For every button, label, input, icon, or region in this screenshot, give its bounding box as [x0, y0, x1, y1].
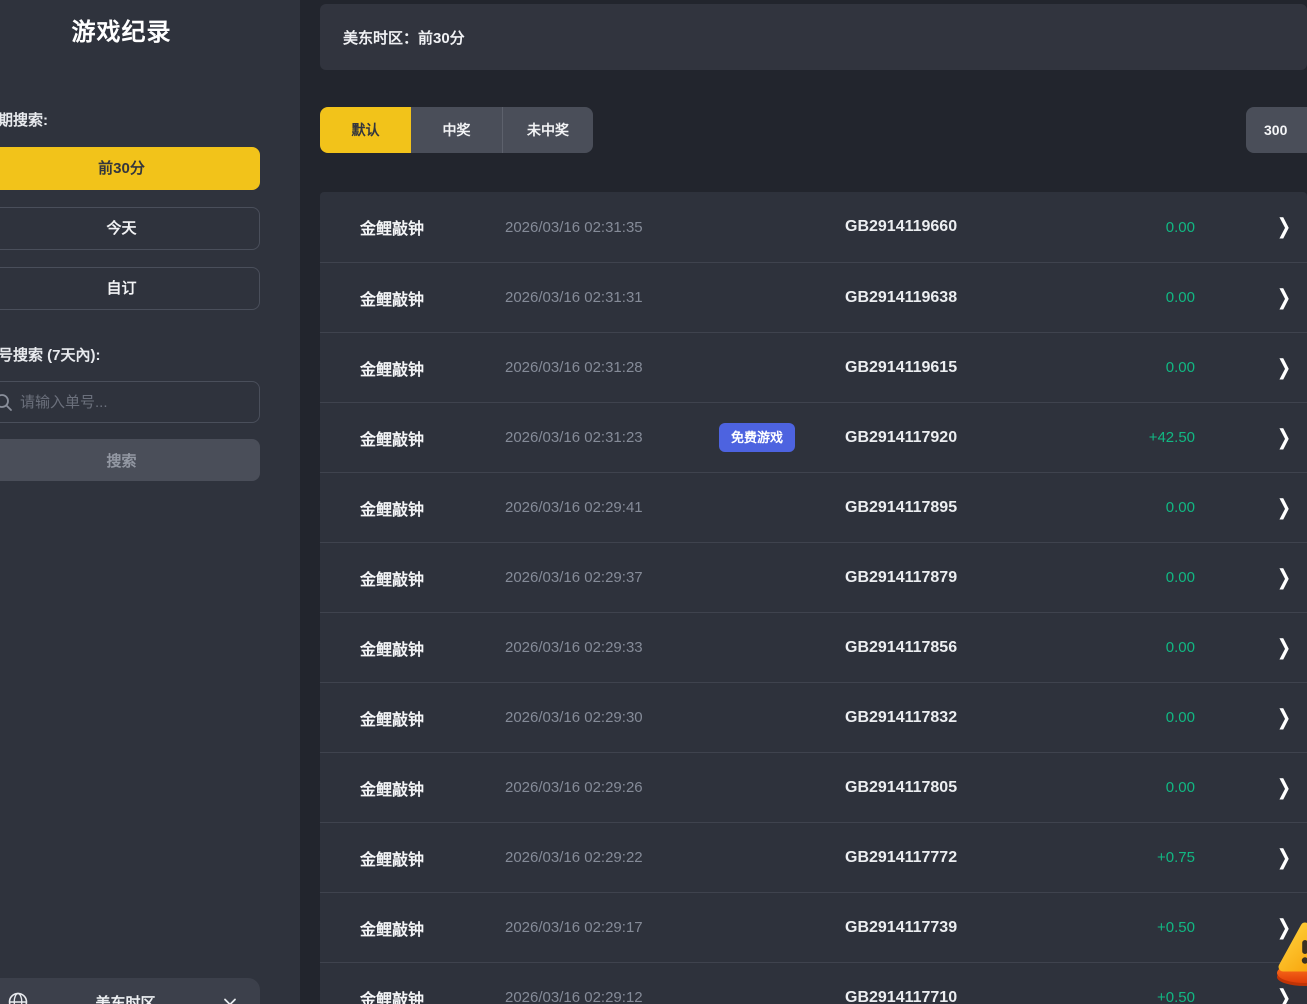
sidebar: 游戏纪录 日期搜索: 前30分 今天 自订 单号搜索 (7天內): 搜索 美东时… [0, 0, 300, 1004]
order-id: GB2914117739 [845, 919, 1009, 937]
game-name: 金鲤敲钟 [360, 566, 505, 590]
game-name: 金鲤敲钟 [360, 986, 505, 1004]
game-name: 金鲤敲钟 [360, 776, 505, 800]
main-content: 美东时区：前30分 默认 中奖 未中奖 300 金鲤敲钟 2026/03/16 … [320, 0, 1307, 1004]
record-timestamp: 2026/03/16 02:29:41 [505, 499, 719, 516]
timezone-selector[interactable]: 美东时区 [0, 978, 260, 1004]
record-row[interactable]: 金鲤敲钟 2026/03/16 02:29:17 GB2914117739 +0… [320, 892, 1307, 962]
record-amount: 0.00 [1009, 359, 1269, 376]
record-row[interactable]: 金鲤敲钟 2026/03/16 02:29:41 GB2914117895 0.… [320, 472, 1307, 542]
chevron-right-icon[interactable]: ❯ [1269, 705, 1299, 730]
record-row[interactable]: 金鲤敲钟 2026/03/16 02:29:30 GB2914117832 0.… [320, 682, 1307, 752]
free-game-badge: 免费游戏 [719, 423, 795, 452]
timezone-header-bar: 美东时区：前30分 [320, 4, 1307, 70]
record-row[interactable]: 金鲤敲钟 2026/03/16 02:29:12 GB2914117710 +0… [320, 962, 1307, 1004]
order-id: GB2914117710 [845, 989, 1009, 1004]
warning-mascot-icon [1275, 918, 1307, 986]
record-amount: 0.00 [1009, 219, 1269, 236]
record-row[interactable]: 金鲤敲钟 2026/03/16 02:29:26 GB2914117805 0.… [320, 752, 1307, 822]
range-last30min-button[interactable]: 前30分 [0, 147, 260, 190]
record-timestamp: 2026/03/16 02:29:33 [505, 639, 719, 656]
timezone-header-text: 美东时区：前30分 [343, 27, 465, 48]
record-row[interactable]: 金鲤敲钟 2026/03/16 02:31:35 GB2914119660 0.… [320, 192, 1307, 262]
tab-win[interactable]: 中奖 [411, 107, 502, 153]
chevron-right-icon[interactable]: ❯ [1269, 635, 1299, 660]
record-timestamp: 2026/03/16 02:31:31 [505, 289, 719, 306]
timezone-label: 美东时区 [29, 992, 222, 1004]
chevron-right-icon[interactable]: ❯ [1269, 425, 1299, 450]
search-button[interactable]: 搜索 [0, 439, 260, 481]
range-custom-button[interactable]: 自订 [0, 267, 260, 310]
record-timestamp: 2026/03/16 02:29:22 [505, 849, 719, 866]
record-timestamp: 2026/03/16 02:29:26 [505, 779, 719, 796]
chevron-right-icon[interactable]: ❯ [1269, 495, 1299, 520]
game-name: 金鲤敲钟 [360, 636, 505, 660]
chevron-down-icon [222, 994, 238, 1004]
game-name: 金鲤敲钟 [360, 286, 505, 310]
game-records-page: { "sidebar": { "title": "游戏纪录", "date_se… [0, 0, 1307, 1004]
record-timestamp: 2026/03/16 02:29:37 [505, 569, 719, 586]
record-timestamp: 2026/03/16 02:29:12 [505, 989, 719, 1004]
record-timestamp: 2026/03/16 02:31:35 [505, 219, 719, 236]
tab-default[interactable]: 默认 [320, 107, 411, 153]
chevron-right-icon[interactable]: ❯ [1269, 215, 1299, 240]
chevron-right-icon[interactable]: ❯ [1269, 845, 1299, 870]
order-search-field [0, 381, 260, 423]
order-id: GB2914117879 [845, 569, 1009, 587]
tab-no-win[interactable]: 未中奖 [502, 107, 593, 153]
order-id: GB2914117920 [845, 429, 1009, 447]
record-amount: +0.50 [1009, 919, 1269, 936]
range-today-button[interactable]: 今天 [0, 207, 260, 250]
record-row[interactable]: 金鲤敲钟 2026/03/16 02:31:28 GB2914119615 0.… [320, 332, 1307, 402]
record-amount: 0.00 [1009, 779, 1269, 796]
record-timestamp: 2026/03/16 02:29:30 [505, 709, 719, 726]
record-timestamp: 2026/03/16 02:31:28 [505, 359, 719, 376]
game-name: 金鲤敲钟 [360, 426, 505, 450]
record-amount: +0.75 [1009, 849, 1269, 866]
game-name: 金鲤敲钟 [360, 846, 505, 870]
result-filter-tabs: 默认 中奖 未中奖 [320, 107, 593, 153]
record-row[interactable]: 金鲤敲钟 2026/03/16 02:29:33 GB2914117856 0.… [320, 612, 1307, 682]
record-amount: 0.00 [1009, 569, 1269, 586]
badge-cell: 免费游戏 [719, 423, 795, 452]
order-id: GB2914119638 [845, 289, 1009, 307]
record-amount: +42.50 [1009, 429, 1269, 446]
order-id: GB2914117895 [845, 499, 1009, 517]
record-row[interactable]: 金鲤敲钟 2026/03/16 02:29:37 GB2914117879 0.… [320, 542, 1307, 612]
page-title: 游戏纪录 [0, 12, 260, 47]
chevron-right-icon[interactable]: ❯ [1269, 985, 1299, 1004]
record-amount: +0.50 [1009, 989, 1269, 1004]
game-name: 金鲤敲钟 [360, 356, 505, 380]
record-row[interactable]: 金鲤敲钟 2026/03/16 02:31:31 GB2914119638 0.… [320, 262, 1307, 332]
record-amount: 0.00 [1009, 639, 1269, 656]
game-name: 金鲤敲钟 [360, 215, 505, 239]
order-id: GB2914117772 [845, 849, 1009, 867]
record-timestamp: 2026/03/16 02:31:23 [505, 429, 719, 446]
record-row[interactable]: 金鲤敲钟 2026/03/16 02:29:22 GB2914117772 +0… [320, 822, 1307, 892]
records-list: 金鲤敲钟 2026/03/16 02:31:35 GB2914119660 0.… [320, 192, 1307, 1004]
chevron-right-icon[interactable]: ❯ [1269, 775, 1299, 800]
order-search-label: 单号搜索 (7天內): [0, 344, 260, 365]
chevron-right-icon[interactable]: ❯ [1269, 355, 1299, 380]
order-id: GB2914117856 [845, 639, 1009, 657]
date-search-label: 日期搜索: [0, 109, 260, 130]
record-amount: 0.00 [1009, 499, 1269, 516]
order-id: GB2914117805 [845, 779, 1009, 797]
order-id: GB2914119615 [845, 359, 1009, 377]
record-amount: 0.00 [1009, 709, 1269, 726]
record-timestamp: 2026/03/16 02:29:17 [505, 919, 719, 936]
order-id: GB2914117832 [845, 709, 1009, 727]
game-name: 金鲤敲钟 [360, 706, 505, 730]
page-size-button[interactable]: 300 [1246, 107, 1307, 153]
chevron-right-icon[interactable]: ❯ [1269, 285, 1299, 310]
order-search-input[interactable] [0, 381, 260, 423]
record-amount: 0.00 [1009, 289, 1269, 306]
order-id: GB2914119660 [845, 218, 1009, 236]
game-name: 金鲤敲钟 [360, 916, 505, 940]
game-name: 金鲤敲钟 [360, 496, 505, 520]
record-row[interactable]: 金鲤敲钟 2026/03/16 02:31:23 免费游戏 GB29141179… [320, 402, 1307, 472]
globe-icon [7, 991, 29, 1004]
chevron-right-icon[interactable]: ❯ [1269, 565, 1299, 590]
